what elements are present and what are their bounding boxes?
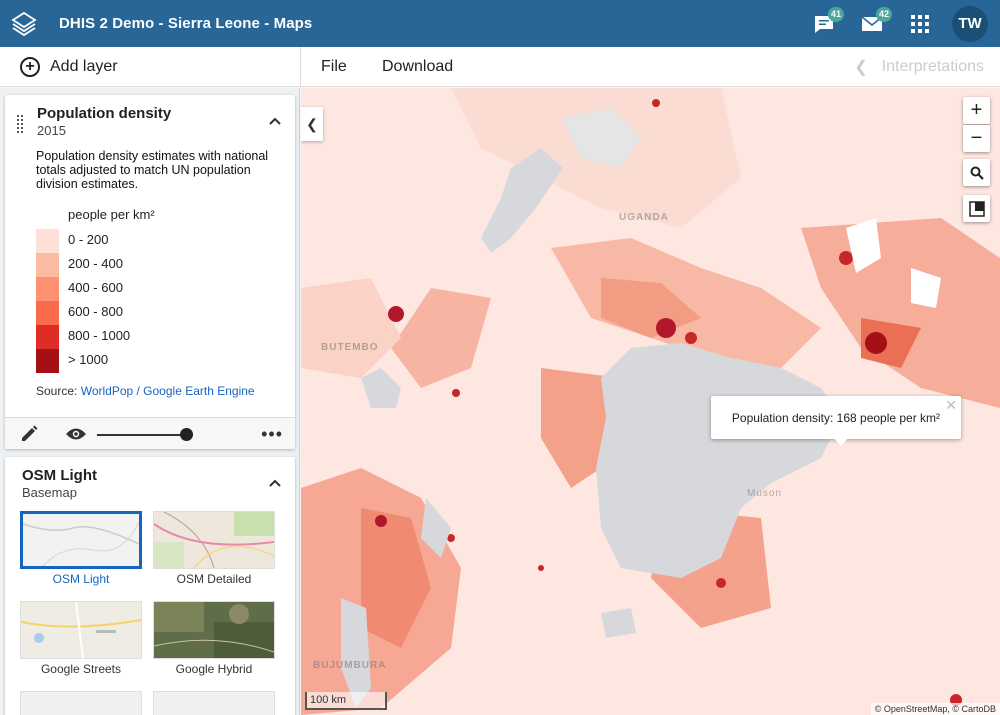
dhis2-logo-icon[interactable] — [0, 0, 47, 47]
map-toolbar: + Add layer File Download ❮ Interpretati… — [0, 47, 1000, 87]
download-button[interactable]: Download — [382, 47, 453, 86]
eye-icon[interactable] — [65, 427, 87, 441]
opacity-slider[interactable] — [97, 434, 193, 436]
chevron-up-icon[interactable] — [269, 117, 281, 125]
chevron-left-icon: ❮ — [854, 58, 868, 76]
basemap-card: OSM Light Basemap OSM Light OSM Detailed… — [5, 457, 295, 715]
legend-label: > 1000 — [68, 352, 109, 367]
apps-icon — [911, 14, 929, 33]
source-link[interactable]: WorldPop / Google Earth Engine — [81, 384, 255, 398]
legend-swatch — [36, 253, 59, 277]
layer-card-population-density: Population density 2015 Population densi… — [5, 95, 295, 449]
legend-unit: people per km² — [68, 207, 155, 222]
basemap-option-osm-light[interactable]: OSM Light — [20, 511, 142, 586]
interpretations-badge: 42 — [876, 7, 893, 22]
basemap-thumbnail — [20, 601, 142, 659]
scale-bar: 100 km — [305, 692, 387, 710]
popup-tip — [833, 437, 849, 446]
app-title: DHIS 2 Demo - Sierra Leone - Maps — [59, 15, 313, 32]
interpretations-button[interactable]: 42 — [848, 0, 896, 47]
layer-period: 2015 — [37, 123, 66, 138]
add-circle-icon: + — [20, 56, 40, 77]
messages-badge: 41 — [828, 7, 845, 22]
layer-toolbar: ••• — [5, 417, 295, 449]
layer-title: Population density — [37, 105, 172, 122]
layers-panel: Population density 2015 Population densi… — [0, 88, 300, 715]
basemap-option-osm-detailed[interactable]: OSM Detailed — [153, 511, 275, 586]
basemap-thumbnail — [153, 511, 275, 569]
legend-swatch — [36, 277, 59, 301]
legend-label: 0 - 200 — [68, 232, 109, 247]
messages-button[interactable]: 41 — [800, 0, 848, 47]
legend-swatch — [36, 301, 59, 325]
opacity-slider-thumb[interactable] — [180, 428, 193, 441]
basemap-title: OSM Light — [22, 467, 97, 484]
add-layer-label: Add layer — [50, 57, 118, 75]
basemap-option-google-streets[interactable]: Google Streets — [20, 601, 142, 676]
zoom-in-button[interactable]: + — [963, 97, 990, 124]
interpretations-label: Interpretations — [881, 57, 984, 75]
legend-label: 600 - 800 — [68, 304, 123, 319]
source-prefix: Source: — [36, 384, 78, 398]
map-attribution[interactable]: © OpenStreetMap, © CartoDB — [870, 703, 1000, 715]
fullscreen-icon — [968, 200, 985, 217]
basemap-label: Google Hybrid — [175, 662, 253, 676]
layer-source: Source: WorldPop / Google Earth Engine — [36, 384, 255, 398]
legend-swatch — [36, 325, 59, 349]
header-bar: DHIS 2 Demo - Sierra Leone - Maps 41 42 — [0, 0, 1000, 47]
basemap-option-more[interactable] — [20, 691, 142, 715]
basemap-thumbnail — [20, 691, 142, 715]
basemap-label: OSM Light — [52, 572, 110, 586]
basemap-label: Google Streets — [40, 662, 122, 676]
basemap-option-more[interactable] — [153, 691, 275, 715]
drag-handle-icon[interactable] — [17, 115, 25, 133]
search-button[interactable] — [963, 159, 990, 186]
layer-description: Population density estimates with nation… — [36, 149, 269, 191]
apps-button[interactable] — [896, 0, 944, 47]
chevron-left-icon: ❮ — [306, 115, 318, 132]
basemap-subtitle: Basemap — [22, 485, 77, 500]
more-icon[interactable]: ••• — [261, 424, 283, 445]
fullscreen-button[interactable] — [963, 195, 990, 222]
zoom-out-button[interactable]: − — [963, 125, 990, 152]
basemap-thumbnail — [20, 511, 142, 569]
close-icon[interactable]: ✕ — [945, 397, 957, 414]
map-popup: Population density: 168 people per km² ✕ — [711, 396, 961, 439]
popup-text: Population density: 168 people per km² — [731, 410, 941, 425]
interpretations-toggle[interactable]: ❮ Interpretations — [854, 47, 984, 86]
legend-label: 800 - 1000 — [68, 328, 131, 343]
add-layer-button[interactable]: + Add layer — [0, 47, 301, 86]
basemap-option-google-hybrid[interactable]: Google Hybrid — [153, 601, 275, 676]
file-menu[interactable]: File — [321, 47, 347, 86]
legend-swatch — [36, 229, 59, 253]
map-place-label: BUTEMBO — [321, 342, 379, 353]
collapse-panel-button[interactable]: ❮ — [301, 107, 323, 141]
search-icon — [970, 166, 984, 180]
map-place-label: Muson — [747, 488, 783, 499]
map-canvas[interactable]: UGANDA BUTEMBO Muson BUJUMBURA ❮ + − Pop… — [301, 88, 1000, 715]
chevron-up-icon[interactable] — [269, 479, 281, 487]
user-avatar[interactable]: TW — [952, 5, 988, 42]
legend-label: 200 - 400 — [68, 256, 123, 271]
basemap-label: OSM Detailed — [176, 572, 252, 586]
pencil-icon[interactable] — [19, 424, 39, 444]
basemap-thumbnail — [153, 601, 275, 659]
map-place-label: UGANDA — [619, 212, 669, 223]
legend-swatch — [36, 349, 59, 373]
legend-label: 400 - 600 — [68, 280, 123, 295]
basemap-thumbnail — [153, 691, 275, 715]
map-place-label: BUJUMBURA — [313, 660, 387, 671]
